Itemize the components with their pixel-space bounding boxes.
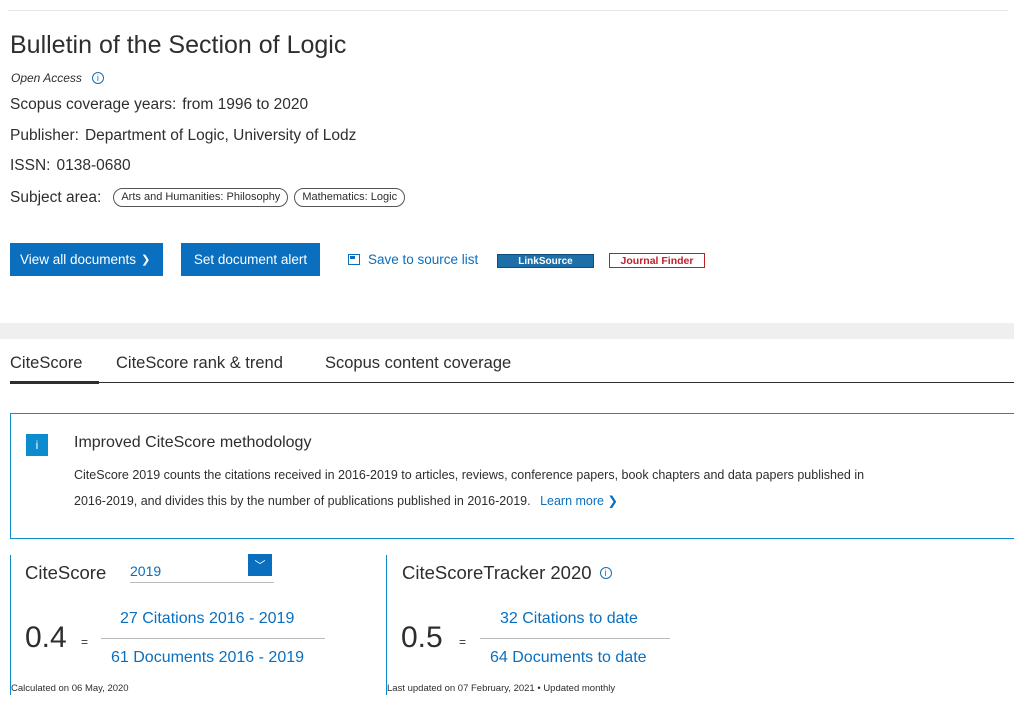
publisher-label: Publisher:: [10, 127, 79, 144]
tab-bar: CiteScore CiteScore rank & trend Scopus …: [10, 354, 1014, 384]
fraction-line: [101, 638, 325, 639]
journal-finder-button[interactable]: Journal Finder: [609, 253, 705, 268]
tab-underline: [10, 382, 1014, 383]
subject-label: Subject area:: [10, 188, 102, 206]
coverage-label: Scopus coverage years:: [10, 96, 177, 113]
subject-chip[interactable]: Arts and Humanities: Philosophy: [113, 188, 289, 207]
coverage-row: Scopus coverage years: from 1996 to 2020: [10, 96, 308, 114]
tracker-citations-link[interactable]: 32 Citations to date: [500, 610, 638, 628]
subject-row: Subject area: Arts and Humanities: Philo…: [10, 188, 406, 207]
info-icon[interactable]: i: [599, 567, 612, 579]
tracker-documents-link[interactable]: 64 Documents to date: [490, 649, 647, 667]
notice-body: CiteScore 2019 counts the citations rece…: [74, 462, 874, 514]
save-to-source-list-link[interactable]: Save to source list: [348, 252, 478, 267]
citescore-value: 0.4: [25, 621, 67, 654]
tab-citescore[interactable]: CiteScore: [10, 354, 82, 373]
citescore-label: CiteScore: [25, 562, 107, 583]
set-document-alert-button[interactable]: Set document alert: [181, 243, 320, 276]
issn-row: ISSN: 0138-0680: [10, 157, 131, 175]
notice-text: CiteScore 2019 counts the citations rece…: [74, 468, 865, 508]
coverage-value: from 1996 to 2020: [182, 96, 309, 113]
info-icon[interactable]: i: [91, 72, 104, 84]
tracker-header: CiteScoreTracker 2020 i: [402, 562, 612, 584]
section-separator: [0, 323, 1014, 339]
publisher-value: Department of Logic, University of Lodz: [84, 127, 357, 144]
subject-chip[interactable]: Mathematics: Logic: [294, 188, 406, 207]
active-tab-indicator: [10, 381, 99, 384]
citescore-documents-link[interactable]: 61 Documents 2016 - 2019: [111, 649, 304, 667]
equals-sign: =: [81, 635, 89, 649]
save-icon: [348, 254, 360, 265]
tab-scopus-content-coverage[interactable]: Scopus content coverage: [325, 354, 511, 373]
linksource-button[interactable]: LinkSource: [497, 254, 594, 268]
open-access-label: Open Access: [11, 71, 82, 85]
save-to-source-list-label: Save to source list: [368, 252, 479, 267]
methodology-notice: i Improved CiteScore methodology CiteSco…: [10, 413, 1014, 539]
view-all-documents-button[interactable]: View all documents ❯: [10, 243, 163, 276]
tab-citescore-rank-trend[interactable]: CiteScore rank & trend: [116, 354, 283, 373]
view-all-label: View all documents: [20, 252, 137, 267]
tracker-value: 0.5: [401, 621, 443, 654]
tracker-label: CiteScoreTracker 2020: [402, 562, 592, 583]
top-divider: [8, 10, 1008, 11]
citescore-calculated-date: Calculated on 06 May, 2020: [11, 683, 129, 694]
chevron-right-icon: ❯: [141, 254, 151, 266]
equals-sign: =: [459, 635, 467, 649]
chevron-down-icon[interactable]: ﹀: [248, 554, 272, 576]
tracker-divider: [386, 555, 387, 695]
publisher-row: Publisher: Department of Logic, Universit…: [10, 127, 356, 145]
learn-more-link[interactable]: Learn more ❯: [540, 494, 618, 508]
issn-label: ISSN:: [10, 157, 51, 174]
journal-title: Bulletin of the Section of Logic: [10, 31, 347, 59]
fraction-line: [480, 638, 670, 639]
info-icon: i: [26, 434, 48, 456]
citescore-divider: [10, 555, 11, 695]
notice-title: Improved CiteScore methodology: [74, 434, 312, 451]
citescore-citations-link[interactable]: 27 Citations 2016 - 2019: [120, 610, 294, 628]
open-access-row: Open Access i: [11, 71, 104, 85]
issn-value: 0138-0680: [56, 157, 131, 174]
tracker-updated-date: Last updated on 07 February, 2021 • Upda…: [387, 683, 616, 694]
